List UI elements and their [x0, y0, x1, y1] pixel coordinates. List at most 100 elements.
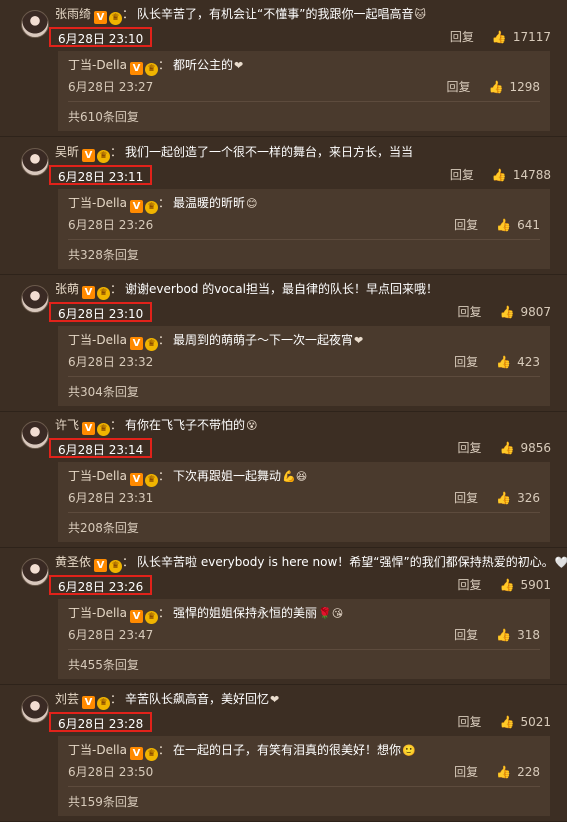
reply-button[interactable]: 回复 — [454, 628, 478, 642]
comment-line: 许飞 V ♛：有你在飞飞子不带怕的😵 — [55, 416, 258, 436]
view-all-replies-link[interactable]: 共304条回复 — [68, 384, 139, 400]
like-icon[interactable]: 👍 — [500, 578, 515, 592]
like-icon[interactable]: 👍 — [500, 441, 515, 455]
reply-button[interactable]: 回复 — [454, 765, 478, 779]
emoji-icon: 🌹😘 — [318, 607, 344, 620]
comment-username[interactable]: 吴昕 — [55, 145, 79, 159]
like-count: 423 — [517, 355, 540, 369]
reply-actions: 回复 👍 228 — [454, 764, 540, 780]
view-all-replies-link[interactable]: 共208条回复 — [68, 520, 139, 536]
verified-badge-icon: V — [94, 559, 108, 572]
reply-box: 丁当-Della V ♛：最温暖的昕昕😊 6月28日 23:26 回复 👍 641 共3… — [58, 189, 550, 269]
emoji-icon: ❤ — [270, 693, 280, 706]
comment-line: 吴昕 V ♛：我们一起创造了一个很不一样的舞台，来日方长，当当 — [55, 143, 414, 163]
colon: ： — [122, 7, 135, 21]
reply-username[interactable]: 丁当-Della — [68, 606, 127, 620]
avatar[interactable] — [21, 10, 49, 38]
comment-time: 6月28日 23:14 — [49, 438, 153, 458]
avatar[interactable] — [21, 695, 49, 723]
reply-button[interactable]: 回复 — [457, 441, 481, 455]
reply-button[interactable]: 回复 — [454, 491, 478, 505]
like-icon[interactable]: 👍 — [496, 765, 511, 779]
verified-badge-icon: V — [82, 286, 96, 299]
divider — [68, 376, 540, 377]
crown-badge-icon: ♛ — [144, 748, 158, 761]
comment-actions: 回复 👍 5021 — [457, 714, 551, 730]
reply-time: 6月28日 23:26 — [68, 218, 154, 232]
avatar[interactable] — [21, 558, 49, 586]
comment-username[interactable]: 刘芸 — [55, 692, 79, 706]
crown-badge-icon: ♛ — [109, 560, 123, 573]
comment-username[interactable]: 张萌 — [55, 282, 79, 296]
colon: ： — [110, 692, 123, 706]
colon: ： — [122, 555, 135, 569]
colon: ： — [157, 606, 170, 620]
reply-username[interactable]: 丁当-Della — [68, 469, 127, 483]
comment-time: 6月28日 23:10 — [49, 302, 153, 322]
verified-badge-icon: V — [129, 747, 143, 760]
comment-actions: 回复 👍 9807 — [457, 304, 551, 320]
crown-badge-icon: ♛ — [144, 201, 158, 214]
crown-badge-icon: ♛ — [144, 338, 158, 351]
view-all-replies-link[interactable]: 共328条回复 — [68, 247, 139, 263]
reply-username[interactable]: 丁当-Della — [68, 743, 127, 757]
reply-line: 丁当-Della V ♛：最周到的萌萌子～下一次一起夜宵❤ — [68, 332, 363, 351]
emoji-icon: 😊 — [246, 197, 258, 210]
reply-button[interactable]: 回复 — [450, 168, 474, 182]
reply-box: 丁当-Della V ♛：最周到的萌萌子～下一次一起夜宵❤ 6月28日 23:32 … — [58, 326, 550, 406]
reply-actions: 回复 👍 326 — [454, 490, 540, 506]
crown-badge-icon: ♛ — [97, 697, 111, 710]
comment-text: 有你在飞飞子不带怕的 — [125, 418, 246, 432]
colon: ： — [157, 196, 170, 210]
comment-username[interactable]: 许飞 — [55, 418, 79, 432]
reply-actions: 回复 👍 1298 — [446, 79, 540, 95]
like-icon[interactable]: 👍 — [492, 168, 507, 182]
comment-username[interactable]: 张雨绮 — [55, 7, 91, 21]
comment-separator — [0, 684, 567, 685]
view-all-replies-link[interactable]: 共455条回复 — [68, 657, 139, 673]
like-icon[interactable]: 👍 — [496, 218, 511, 232]
reply-button[interactable]: 回复 — [450, 30, 474, 44]
reply-box: 丁当-Della V ♛：下次再跟姐一起舞动💪😆 6月28日 23:31 回复 👍 32… — [58, 462, 550, 542]
reply-actions: 回复 👍 641 — [454, 217, 540, 233]
reply-text: 最周到的萌萌子～下一次一起夜宵 — [173, 333, 354, 347]
verified-badge-icon: V — [82, 422, 96, 435]
reply-button[interactable]: 回复 — [457, 578, 481, 592]
like-icon[interactable]: 👍 — [492, 30, 507, 44]
reply-username[interactable]: 丁当-Della — [68, 196, 127, 210]
reply-username[interactable]: 丁当-Della — [68, 58, 127, 72]
like-icon[interactable]: 👍 — [500, 305, 515, 319]
view-all-replies-link[interactable]: 共159条回复 — [68, 794, 139, 810]
reply-button[interactable]: 回复 — [457, 305, 481, 319]
like-count: 17117 — [512, 30, 551, 44]
reply-line: 丁当-Della V ♛：强悍的姐姐保持永恒的美丽🌹😘 — [68, 605, 343, 624]
comment-line: 黄圣依 V ♛：队长辛苦啦 everybody is here now！希望“强悍”… — [55, 553, 567, 573]
like-icon[interactable]: 👍 — [489, 80, 504, 94]
verified-badge-icon: V — [129, 473, 143, 486]
avatar[interactable] — [21, 421, 49, 449]
colon: ： — [157, 58, 170, 72]
avatar[interactable] — [21, 285, 49, 313]
reply-button[interactable]: 回复 — [457, 715, 481, 729]
colon: ： — [157, 743, 170, 757]
reply-text: 都听公主的 — [173, 58, 234, 72]
like-count: 14788 — [512, 168, 551, 182]
like-icon[interactable]: 👍 — [500, 715, 515, 729]
reply-actions: 回复 👍 423 — [454, 354, 540, 370]
like-icon[interactable]: 👍 — [496, 628, 511, 642]
colon: ： — [110, 145, 123, 159]
reply-username[interactable]: 丁当-Della — [68, 333, 127, 347]
reply-button[interactable]: 回复 — [454, 355, 478, 369]
like-icon[interactable]: 👍 — [496, 355, 511, 369]
crown-badge-icon: ♛ — [144, 611, 158, 624]
reply-button[interactable]: 回复 — [454, 218, 478, 232]
avatar[interactable] — [21, 148, 49, 176]
comment-username[interactable]: 黄圣依 — [55, 555, 91, 569]
reply-text: 最温暖的昕昕 — [173, 196, 246, 210]
like-icon[interactable]: 👍 — [496, 491, 511, 505]
crown-badge-icon: ♛ — [144, 63, 158, 76]
view-all-replies-link[interactable]: 共610条回复 — [68, 109, 139, 125]
emoji-icon: 💪😆 — [282, 470, 308, 483]
reply-button[interactable]: 回复 — [446, 80, 470, 94]
divider — [68, 239, 540, 240]
